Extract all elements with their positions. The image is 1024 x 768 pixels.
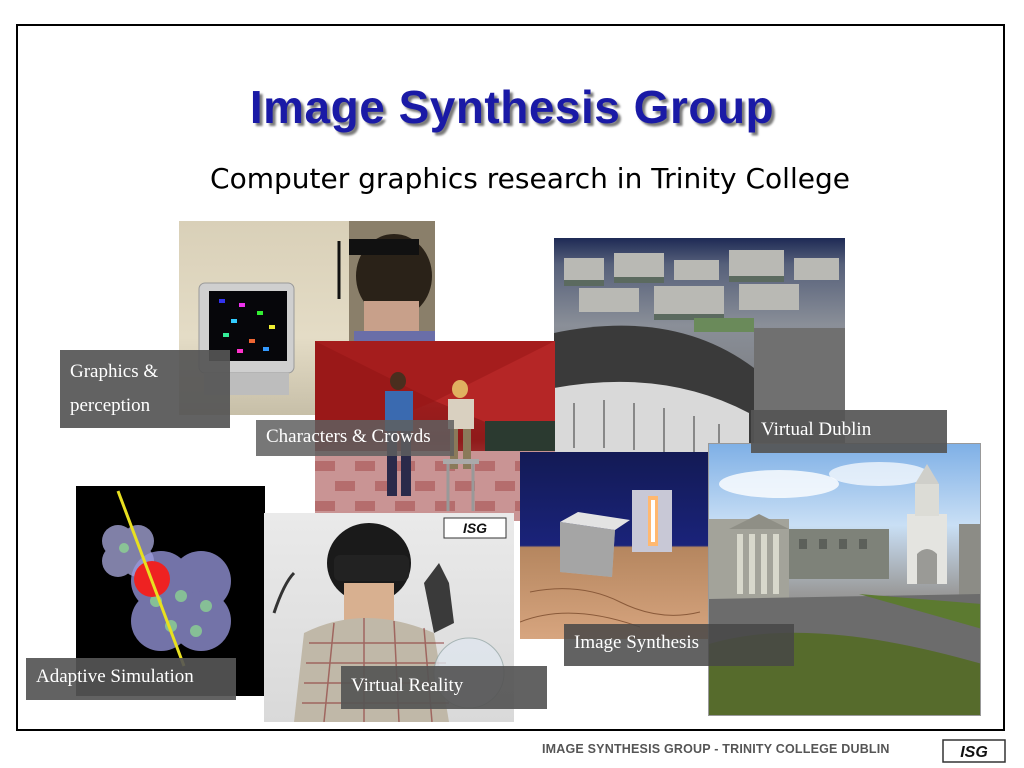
label-image-synthesis: Image Synthesis xyxy=(564,624,794,666)
slide-title: Image Synthesis Group xyxy=(249,81,775,133)
label-adaptive-simulation: Adaptive Simulation xyxy=(26,658,236,700)
footer-text: IMAGE SYNTHESIS GROUP - TRINITY COLLEGE … xyxy=(542,742,890,756)
trinity-college-photo xyxy=(708,443,981,716)
label-graphics-perception: Graphics & perception xyxy=(60,350,230,428)
label-graphics-perception-line1: Graphics & xyxy=(70,361,159,382)
image-synthesis-photo xyxy=(520,452,708,639)
isg-logo-text: ISG xyxy=(960,744,988,761)
slide-subtitle: Computer graphics research in Trinity Co… xyxy=(210,162,850,195)
label-virtual-dublin: Virtual Dublin xyxy=(751,410,947,453)
label-graphics-perception-line2: perception xyxy=(70,395,151,416)
label-virtual-reality: Virtual Reality xyxy=(341,666,547,709)
svg-text:ISG: ISG xyxy=(463,520,487,536)
isg-logo-icon: ISG xyxy=(942,739,1006,763)
label-characters-crowds: Characters & Crowds xyxy=(256,420,454,456)
